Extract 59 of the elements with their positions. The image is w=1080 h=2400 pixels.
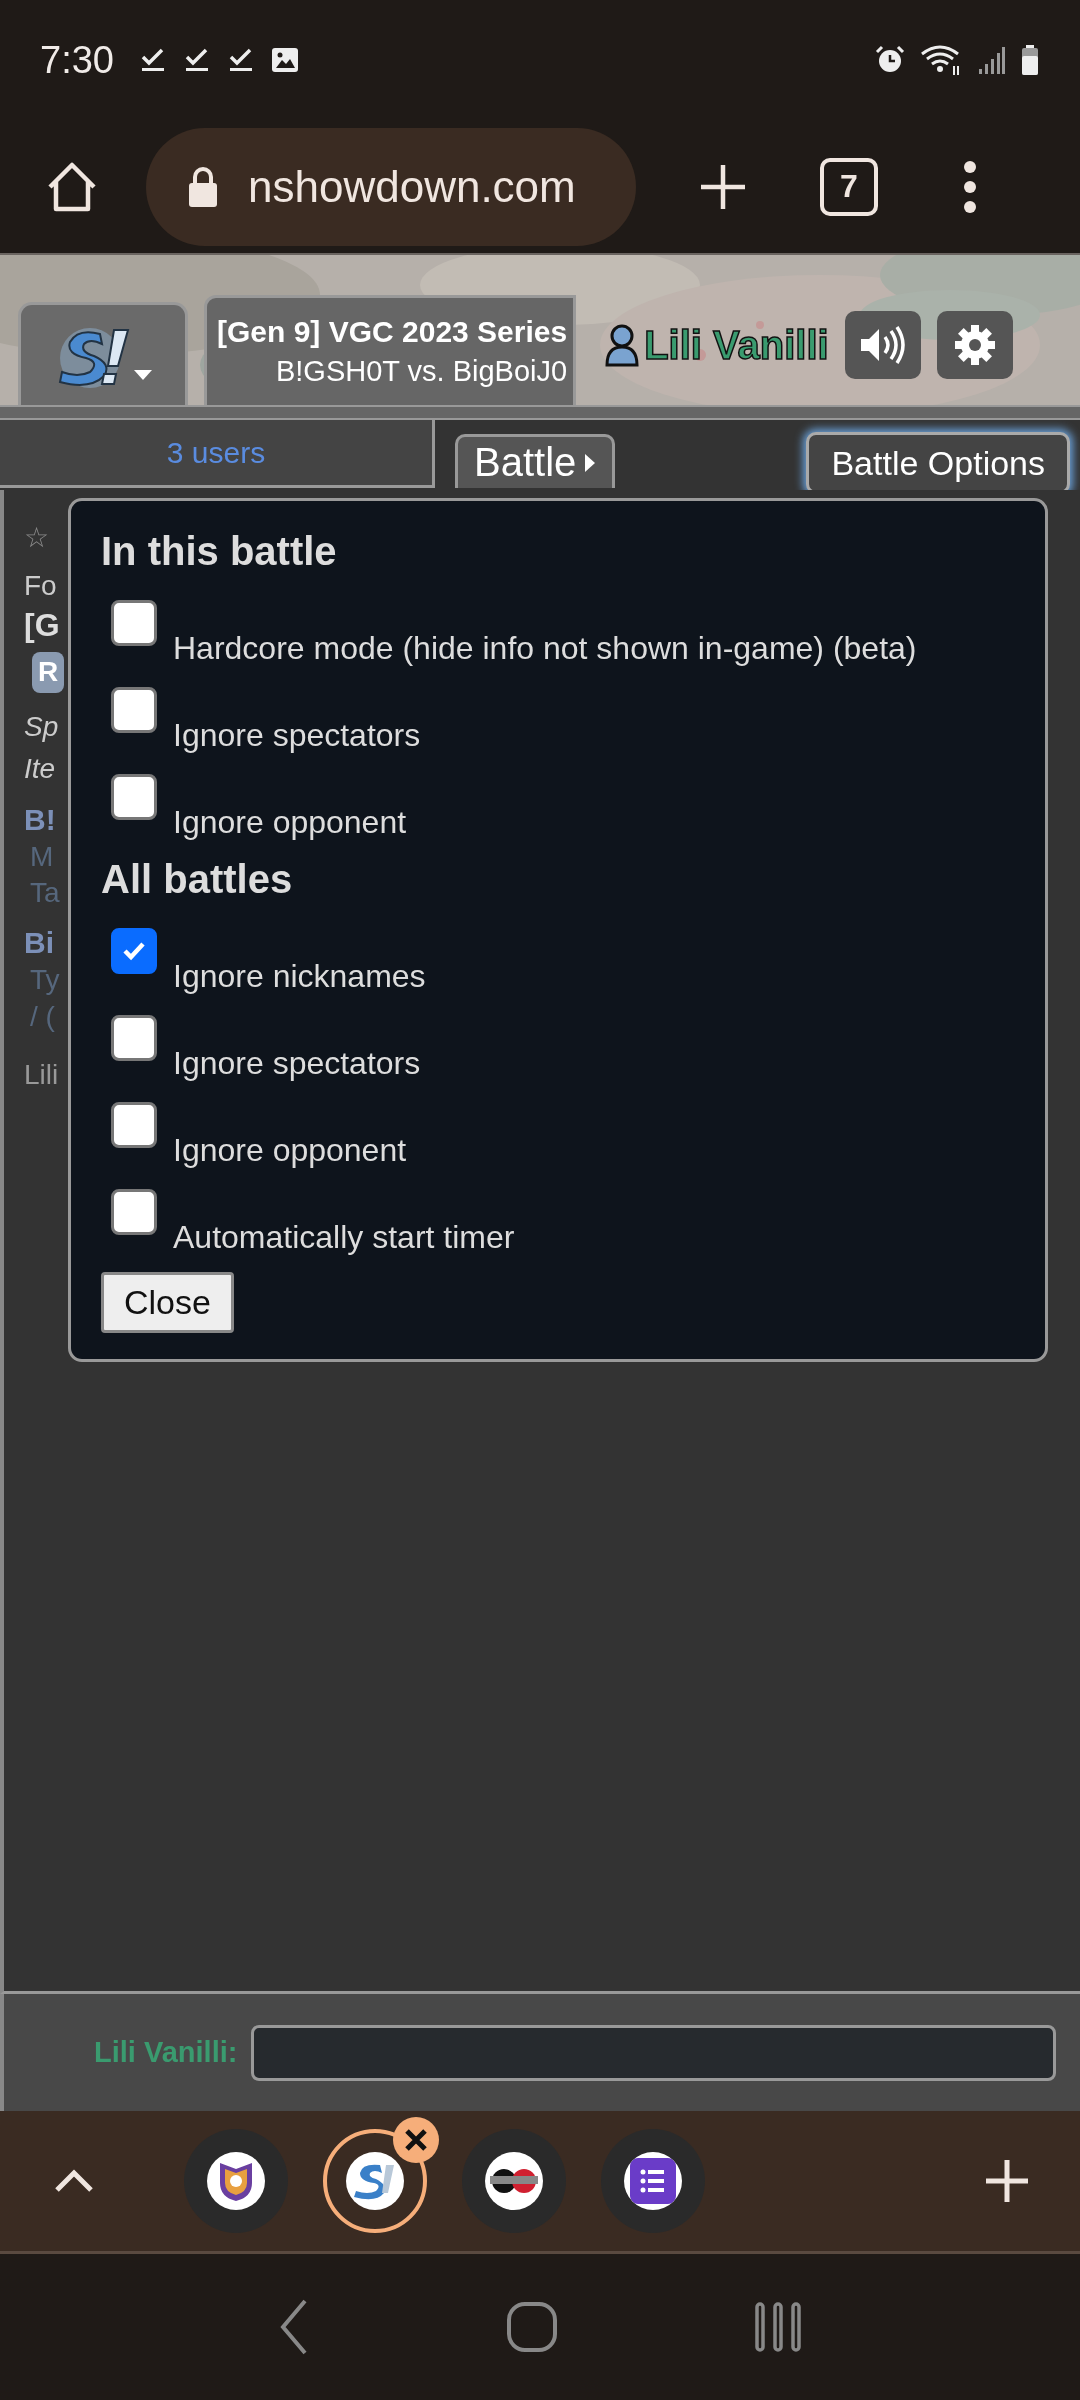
battle-log-text: Bi xyxy=(24,925,54,962)
settings-button[interactable] xyxy=(936,311,1013,379)
main-menu-button[interactable] xyxy=(18,302,188,405)
lock-icon xyxy=(186,164,220,209)
battle-button[interactable]: Battle xyxy=(455,434,616,488)
checkbox[interactable] xyxy=(111,927,157,974)
option-label: Hardcore mode (hide info not shown in-game) (beta) xyxy=(173,630,917,667)
image-notification-icon xyxy=(269,45,300,75)
chat-username: Lili Vanilli: xyxy=(94,2036,238,2069)
checkbox[interactable] xyxy=(111,599,157,646)
tab-count-button[interactable]: 7 xyxy=(820,157,878,216)
checkbox[interactable] xyxy=(111,1188,157,1235)
user-icon[interactable] xyxy=(604,323,641,367)
battle-log-text: Sp xyxy=(24,709,59,744)
home-button-icon[interactable] xyxy=(506,2301,558,2353)
recent-apps-icon[interactable] xyxy=(755,2302,802,2352)
add-tab-icon[interactable] xyxy=(984,2158,1030,2204)
sound-button[interactable] xyxy=(844,311,921,379)
section-heading: All battles xyxy=(101,857,294,902)
checkbox[interactable] xyxy=(111,773,157,820)
battle-log-text: ☆ xyxy=(24,521,49,555)
battle-log-text: M xyxy=(30,839,54,874)
battle-log-text: Lili xyxy=(24,1058,59,1093)
battle-title: [Gen 9] VGC 2023 Series xyxy=(217,315,568,349)
battle-log-text: Fo xyxy=(24,569,57,604)
signal-icon xyxy=(978,45,1006,75)
checkbox[interactable] xyxy=(111,1014,157,1061)
caret-icon xyxy=(584,452,597,473)
room-tab[interactable]: [Gen 9] VGC 2023 Series B!GSH0T vs. BigBoiJ0 xyxy=(204,295,577,405)
battle-log-text: Ta xyxy=(30,875,60,910)
option-label: Ignore nicknames xyxy=(173,958,426,995)
speaker-icon xyxy=(858,325,907,365)
status-time: 7:30 xyxy=(40,38,114,82)
battle-log-text: / ( xyxy=(30,999,55,1034)
url-text: nshowdown.com xyxy=(248,161,576,212)
menu-icon[interactable] xyxy=(962,160,978,213)
format-tag: R xyxy=(32,652,65,693)
chat-input[interactable] xyxy=(251,2024,1057,2081)
close-button[interactable]: Close xyxy=(101,1272,234,1333)
checkbox[interactable] xyxy=(111,1101,157,1148)
option-label: Ignore spectators xyxy=(173,717,421,754)
battle-log-text: Ite xyxy=(24,752,56,787)
settings-icon xyxy=(954,325,995,365)
battery-icon xyxy=(1020,44,1040,76)
option-label: Automatically start timer xyxy=(173,1219,515,1256)
battle-players: B!GSH0T vs. BigBoiJ0 xyxy=(275,355,568,388)
option-label: Ignore spectators xyxy=(173,1045,421,1082)
list-icon xyxy=(630,2158,676,2204)
battle-log-text: [G xyxy=(24,605,60,645)
close-tab-icon[interactable] xyxy=(393,2117,439,2163)
battle-log-text: Ty xyxy=(30,963,60,998)
section-heading: In this battle xyxy=(101,529,338,574)
option-label: Ignore opponent xyxy=(173,804,407,841)
option-label: Ignore opponent xyxy=(173,1132,407,1169)
battle-log-text: B! xyxy=(24,801,56,838)
checkbox[interactable] xyxy=(111,686,157,733)
chevron-up-icon[interactable] xyxy=(54,2169,94,2193)
back-icon[interactable] xyxy=(278,2297,309,2357)
address-bar[interactable]: nshowdown.com xyxy=(146,127,636,246)
